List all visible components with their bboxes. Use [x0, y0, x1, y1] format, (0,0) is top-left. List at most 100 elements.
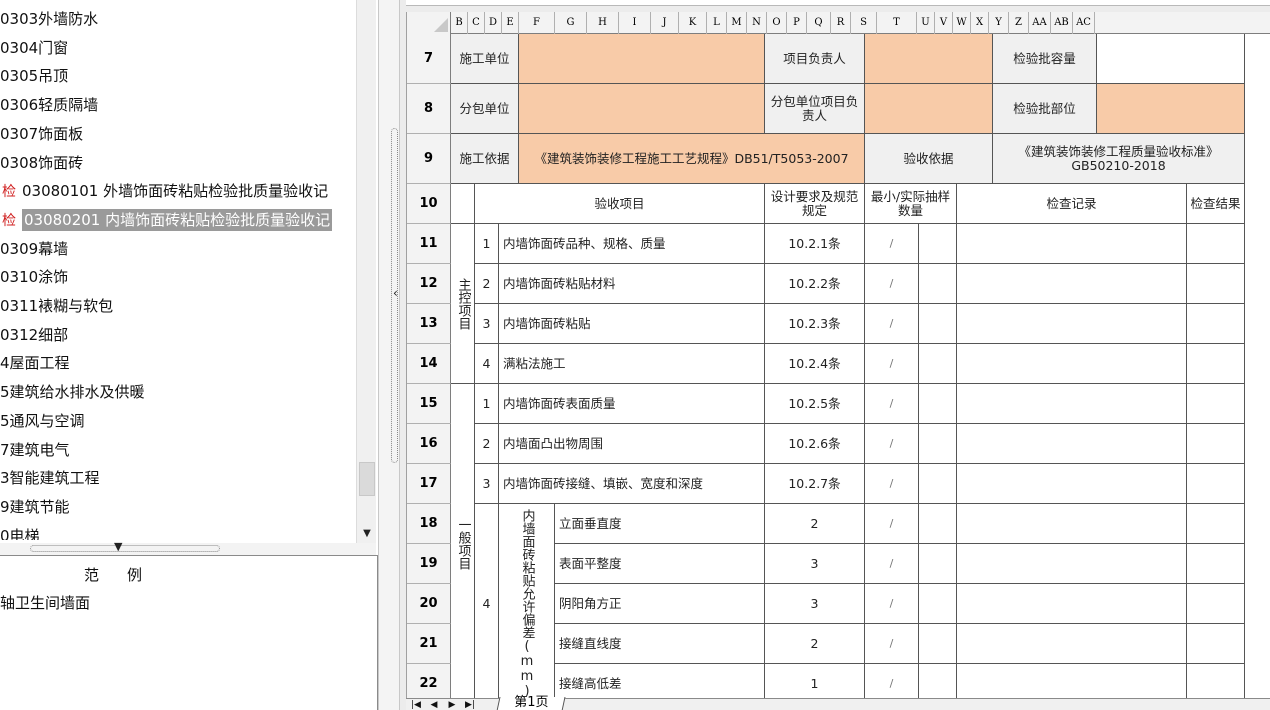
sample-count-cell[interactable]: /: [865, 264, 919, 304]
result-cell[interactable]: [1187, 264, 1245, 304]
row-header[interactable]: 19: [407, 544, 451, 584]
sample-actual-cell[interactable]: [919, 624, 957, 664]
tree-item[interactable]: 0305吊顶: [0, 63, 68, 89]
sample-actual-cell[interactable]: [919, 464, 957, 504]
input-cell-sub-manager[interactable]: [865, 84, 993, 134]
result-cell[interactable]: [1187, 464, 1245, 504]
tree-item[interactable]: 检 03080201 内墙饰面砖粘贴检验批质量验收记: [2, 207, 333, 233]
column-header[interactable]: AA: [1029, 12, 1051, 34]
column-header[interactable]: B: [451, 12, 468, 34]
scroll-down-icon[interactable]: ▼: [357, 524, 377, 544]
column-header[interactable]: AB: [1051, 12, 1073, 34]
record-cell[interactable]: [957, 304, 1187, 344]
column-header[interactable]: J: [651, 12, 679, 34]
sample-count-cell[interactable]: /: [865, 304, 919, 344]
vertical-splitter[interactable]: ‹: [378, 0, 400, 710]
tree-item[interactable]: 0308饰面砖: [0, 150, 83, 176]
column-header[interactable]: D: [485, 12, 502, 34]
tree-item[interactable]: 9建筑节能: [0, 494, 70, 520]
column-header[interactable]: E: [502, 12, 519, 34]
prev-sheet-icon[interactable]: ◀: [428, 700, 440, 710]
column-header[interactable]: S: [851, 12, 877, 34]
tree-item[interactable]: 0312细部: [0, 322, 68, 348]
tree-item[interactable]: 0304门窗: [0, 35, 68, 61]
row-header[interactable]: 22: [407, 664, 451, 700]
row-header[interactable]: 10: [407, 184, 451, 224]
sample-actual-cell[interactable]: [919, 224, 957, 264]
chevron-down-icon[interactable]: ▼: [114, 540, 122, 553]
tree-scroll-thumb[interactable]: [359, 462, 375, 496]
sample-count-cell[interactable]: /: [865, 464, 919, 504]
result-cell[interactable]: [1187, 304, 1245, 344]
sheet-tab-page1[interactable]: 第1页: [496, 695, 566, 710]
result-cell[interactable]: [1187, 344, 1245, 384]
column-header[interactable]: N: [747, 12, 767, 34]
row-header[interactable]: 7: [407, 34, 451, 84]
record-cell[interactable]: [957, 424, 1187, 464]
input-cell-batch-capacity[interactable]: [1097, 34, 1245, 84]
column-header[interactable]: U: [917, 12, 935, 34]
column-header[interactable]: O: [767, 12, 787, 34]
tree-item[interactable]: 0电梯: [0, 523, 40, 540]
column-header[interactable]: T: [877, 12, 917, 34]
row-header[interactable]: 21: [407, 624, 451, 664]
tree-item[interactable]: 0307饰面板: [0, 121, 83, 147]
column-header[interactable]: P: [787, 12, 807, 34]
row-header[interactable]: 17: [407, 464, 451, 504]
result-cell[interactable]: [1187, 584, 1245, 624]
tree-item[interactable]: 4屋面工程: [0, 350, 70, 376]
tree-scrollbar[interactable]: ▼: [356, 0, 376, 545]
row-header[interactable]: 13: [407, 304, 451, 344]
tree-item[interactable]: 0309幕墙: [0, 236, 68, 262]
column-header[interactable]: W: [953, 12, 971, 34]
next-sheet-icon[interactable]: ▶: [446, 700, 458, 710]
input-cell-construction-unit[interactable]: [519, 34, 765, 84]
sample-count-cell[interactable]: /: [865, 664, 919, 700]
input-cell-project-manager[interactable]: [865, 34, 993, 84]
column-header[interactable]: V: [935, 12, 953, 34]
sample-count-cell[interactable]: /: [865, 224, 919, 264]
record-cell[interactable]: [957, 344, 1187, 384]
sample-actual-cell[interactable]: [919, 264, 957, 304]
legend-item[interactable]: 轴卫生间墙面: [0, 592, 90, 613]
tree-item[interactable]: 5建筑给水排水及供暖: [0, 379, 145, 405]
row-header[interactable]: 11: [407, 224, 451, 264]
input-cell-batch-location[interactable]: [1097, 84, 1245, 134]
column-header[interactable]: Z: [1009, 12, 1029, 34]
row-header[interactable]: 16: [407, 424, 451, 464]
tree-item[interactable]: 7建筑电气: [0, 437, 70, 463]
first-sheet-icon[interactable]: |◀: [410, 700, 422, 710]
sample-actual-cell[interactable]: [919, 544, 957, 584]
result-cell[interactable]: [1187, 664, 1245, 700]
tree-item[interactable]: 5通风与空调: [0, 408, 85, 434]
last-sheet-icon[interactable]: ▶|: [464, 700, 476, 710]
record-cell[interactable]: [957, 544, 1187, 584]
sample-actual-cell[interactable]: [919, 344, 957, 384]
result-cell[interactable]: [1187, 544, 1245, 584]
row-header[interactable]: 9: [407, 134, 451, 184]
record-cell[interactable]: [957, 464, 1187, 504]
sample-count-cell[interactable]: /: [865, 344, 919, 384]
result-cell[interactable]: [1187, 224, 1245, 264]
sample-actual-cell[interactable]: [919, 424, 957, 464]
input-cell-subcontractor[interactable]: [519, 84, 765, 134]
chevron-left-icon[interactable]: ‹: [393, 286, 398, 300]
sample-count-cell[interactable]: /: [865, 624, 919, 664]
tree-item[interactable]: 检 03080101 外墙饰面砖粘贴检验批质量验收记: [2, 178, 328, 204]
tree-item[interactable]: 0303外墙防水: [0, 6, 98, 32]
row-header[interactable]: 18: [407, 504, 451, 544]
column-header[interactable]: R: [831, 12, 851, 34]
column-header[interactable]: L: [707, 12, 727, 34]
column-header[interactable]: F: [519, 12, 555, 34]
row-header[interactable]: 12: [407, 264, 451, 304]
record-cell[interactable]: [957, 584, 1187, 624]
splitter-grip[interactable]: [30, 545, 220, 552]
sample-actual-cell[interactable]: [919, 584, 957, 624]
tree-item[interactable]: 0306轻质隔墙: [0, 92, 98, 118]
column-header[interactable]: K: [679, 12, 707, 34]
sample-actual-cell[interactable]: [919, 664, 957, 700]
column-header[interactable]: G: [555, 12, 587, 34]
horizontal-splitter[interactable]: ▼: [0, 540, 376, 555]
row-header[interactable]: 15: [407, 384, 451, 424]
record-cell[interactable]: [957, 624, 1187, 664]
